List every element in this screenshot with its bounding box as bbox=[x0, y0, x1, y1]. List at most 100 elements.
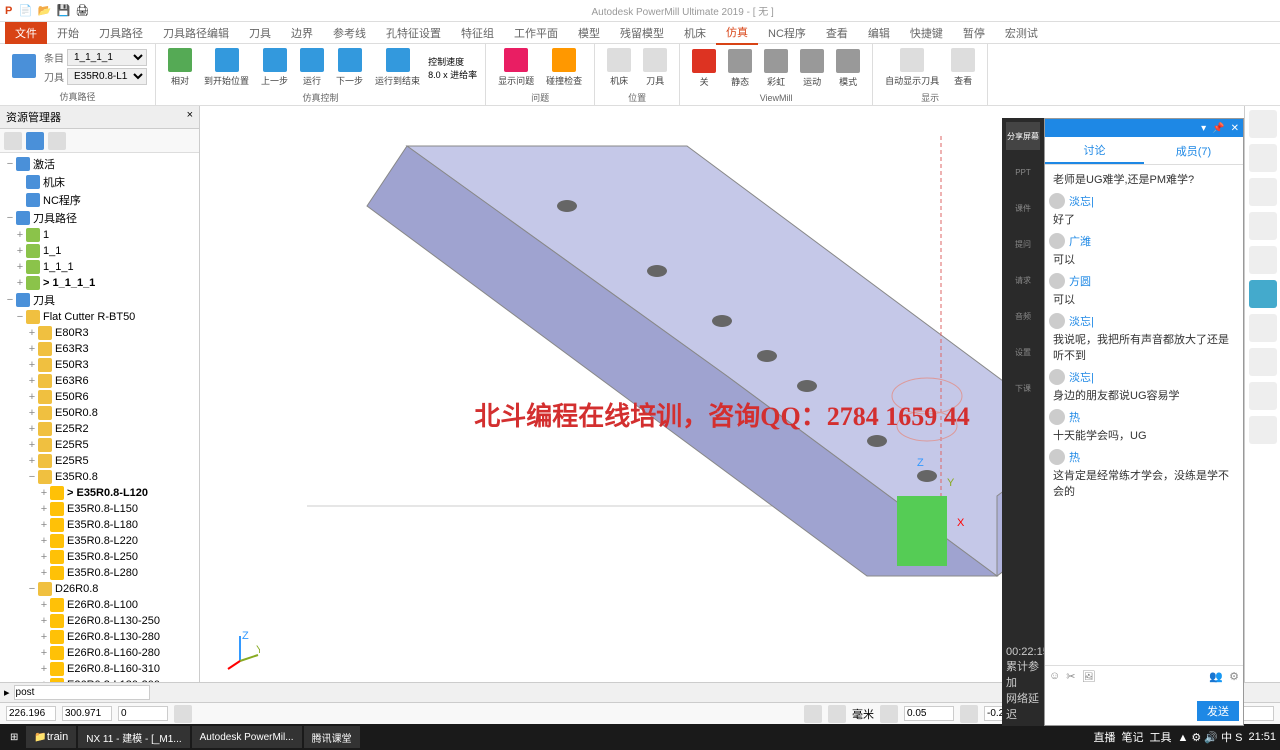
ribbon-碰撞检查[interactable]: 碰撞检查 bbox=[542, 46, 586, 89]
ribbon-运动[interactable]: 运动 bbox=[796, 47, 828, 90]
view-icon[interactable] bbox=[1249, 110, 1277, 138]
tree-item[interactable]: −激活 bbox=[2, 155, 197, 173]
tree-item[interactable]: +E35R0.8-L150 bbox=[2, 501, 197, 517]
tree-item[interactable]: +E80R3 bbox=[2, 325, 197, 341]
chat-messages[interactable]: 老师是UG难学,还是PM难学?淡忘|好了广潍可以方圆可以淡忘|我说呢，我把所有声… bbox=[1045, 165, 1243, 665]
ribbon-查看[interactable]: 查看 bbox=[947, 46, 979, 89]
clock[interactable]: 21:51 bbox=[1248, 731, 1276, 743]
tab-NC程序[interactable]: NC程序 bbox=[758, 22, 816, 44]
tab-宏测试[interactable]: 宏测试 bbox=[995, 22, 1048, 44]
tab-暂停[interactable]: 暂停 bbox=[953, 22, 995, 44]
tree-item[interactable]: +> 1_1_1_1 bbox=[2, 275, 197, 291]
tree-item[interactable]: +E26R0.8-L160-280 bbox=[2, 645, 197, 661]
scissors-icon[interactable]: ✂ bbox=[1066, 670, 1075, 683]
expand-icon[interactable]: ▸ bbox=[4, 686, 10, 699]
tree-item[interactable]: +1_1_1 bbox=[2, 259, 197, 275]
share-screen-button[interactable]: 分享屏幕 bbox=[1006, 122, 1040, 150]
tab-快捷键[interactable]: 快捷键 bbox=[900, 22, 953, 44]
cursor-icon[interactable] bbox=[1249, 416, 1277, 444]
side-请求[interactable]: 请求 bbox=[1007, 264, 1039, 296]
tree-item[interactable]: +E63R3 bbox=[2, 341, 197, 357]
side-提问[interactable]: 提问 bbox=[1007, 228, 1039, 260]
task-nx[interactable]: NX 11 - 建模 - [_M1... bbox=[78, 726, 189, 748]
ribbon-运行[interactable]: 运行 bbox=[296, 46, 328, 89]
ribbon-静态[interactable]: 静态 bbox=[724, 47, 756, 90]
tree-item[interactable]: −Flat Cutter R-BT50 bbox=[2, 309, 197, 325]
send-button[interactable]: 发送 bbox=[1197, 701, 1239, 721]
search-icon[interactable] bbox=[1249, 246, 1277, 274]
side-设置[interactable]: 设置 bbox=[1007, 336, 1039, 368]
ribbon-模式[interactable]: 模式 bbox=[832, 47, 864, 90]
ribbon-机床[interactable]: 机床 bbox=[603, 46, 635, 89]
post-input[interactable] bbox=[14, 685, 150, 700]
task-tencent[interactable]: 腾讯课堂 bbox=[304, 726, 360, 748]
tab-残留模型[interactable]: 残留模型 bbox=[610, 22, 674, 44]
pin-icon[interactable]: 📌 bbox=[1212, 123, 1224, 134]
image-icon[interactable]: 🖼 bbox=[1081, 670, 1095, 683]
tree-item[interactable]: +E50R6 bbox=[2, 389, 197, 405]
tree-item[interactable]: +E50R3 bbox=[2, 357, 197, 373]
coord-x[interactable] bbox=[6, 706, 56, 721]
explorer-tree[interactable]: −激活机床NC程序−刀具路径+1+1_1+1_1_1+> 1_1_1_1−刀具−… bbox=[0, 153, 199, 682]
tree-item[interactable]: +E26R0.8-L180-300 bbox=[2, 677, 197, 682]
globe-icon[interactable] bbox=[26, 132, 44, 150]
ribbon-下一步[interactable]: 下一步 bbox=[332, 46, 367, 89]
zoom-icon[interactable] bbox=[1249, 144, 1277, 172]
coord-z[interactable] bbox=[118, 706, 168, 721]
tree-item[interactable]: +E25R5 bbox=[2, 453, 197, 469]
gear-icon[interactable]: ⚙ bbox=[1229, 670, 1239, 683]
tab-孔特征设置[interactable]: 孔特征设置 bbox=[376, 22, 451, 44]
entry-select[interactable]: 1_1_1_1 bbox=[67, 49, 147, 66]
tab-工作平面[interactable]: 工作平面 bbox=[504, 22, 568, 44]
side-下课[interactable]: 下课 bbox=[1007, 372, 1039, 404]
tab-刀具路径[interactable]: 刀具路径 bbox=[89, 22, 153, 44]
ribbon-显示问题[interactable]: 显示问题 bbox=[494, 46, 538, 89]
tree-item[interactable]: +E26R0.8-L160-310 bbox=[2, 661, 197, 677]
ribbon-运行到结束[interactable]: 运行到结束 bbox=[371, 46, 424, 89]
ribbon-上一步[interactable]: 上一步 bbox=[257, 46, 292, 89]
side-课件[interactable]: 课件 bbox=[1007, 192, 1039, 224]
tab-members[interactable]: 成员(7) bbox=[1144, 137, 1243, 164]
task-folder[interactable]: 📁 train bbox=[26, 726, 76, 748]
tree-item[interactable]: −刀具路径 bbox=[2, 209, 197, 227]
globe-icon[interactable] bbox=[1249, 280, 1277, 308]
tab-机床[interactable]: 机床 bbox=[674, 22, 716, 44]
tab-file[interactable]: 文件 bbox=[5, 22, 47, 44]
tree-item[interactable]: +E26R0.8-L100 bbox=[2, 597, 197, 613]
tree-item[interactable]: −E35R0.8 bbox=[2, 469, 197, 485]
tree-item[interactable]: +> E35R0.8-L120 bbox=[2, 485, 197, 501]
tree-item[interactable]: +E35R0.8-L250 bbox=[2, 549, 197, 565]
minimize-icon[interactable]: ▾ bbox=[1201, 123, 1206, 134]
ribbon-关[interactable]: 关 bbox=[688, 47, 720, 90]
ribbon-彩虹[interactable]: 彩虹 bbox=[760, 47, 792, 90]
tab-刀具路径编辑[interactable]: 刀具路径编辑 bbox=[153, 22, 239, 44]
user-icon[interactable]: 👥 bbox=[1209, 670, 1223, 683]
file-icon[interactable] bbox=[1249, 178, 1277, 206]
tree-item[interactable]: +E35R0.8-L220 bbox=[2, 533, 197, 549]
tree-item[interactable]: +1_1 bbox=[2, 243, 197, 259]
cube-icon[interactable] bbox=[1249, 314, 1277, 342]
tree-item[interactable]: +E50R0.8 bbox=[2, 405, 197, 421]
tree-item[interactable]: +E35R0.8-L180 bbox=[2, 517, 197, 533]
tool-select[interactable]: E35R0.8-L120 bbox=[67, 68, 147, 85]
new-icon[interactable]: 📄 bbox=[17, 3, 33, 19]
path-icon[interactable] bbox=[8, 52, 40, 82]
tree-item[interactable]: −刀具 bbox=[2, 291, 197, 309]
side-PPT[interactable]: PPT bbox=[1007, 156, 1039, 188]
close-icon[interactable]: × bbox=[187, 109, 193, 125]
side-音频[interactable]: 音频 bbox=[1007, 300, 1039, 332]
tab-刀具[interactable]: 刀具 bbox=[239, 22, 281, 44]
tree-item[interactable]: +1 bbox=[2, 227, 197, 243]
open-icon[interactable]: 📂 bbox=[36, 3, 52, 19]
tol-1[interactable] bbox=[904, 706, 954, 721]
tab-discuss[interactable]: 讨论 bbox=[1045, 137, 1144, 164]
tab-开始[interactable]: 开始 bbox=[47, 22, 89, 44]
tree-item[interactable]: +E26R0.8-L130-250 bbox=[2, 613, 197, 629]
start-button[interactable]: ⊞ bbox=[4, 726, 24, 748]
ribbon-刀具[interactable]: 刀具 bbox=[639, 46, 671, 89]
tab-仿真[interactable]: 仿真 bbox=[716, 21, 758, 45]
undo-icon[interactable] bbox=[1249, 212, 1277, 240]
tree-item[interactable]: +E25R2 bbox=[2, 421, 197, 437]
close-icon[interactable]: ✕ bbox=[1231, 123, 1239, 134]
coord-y[interactable] bbox=[62, 706, 112, 721]
